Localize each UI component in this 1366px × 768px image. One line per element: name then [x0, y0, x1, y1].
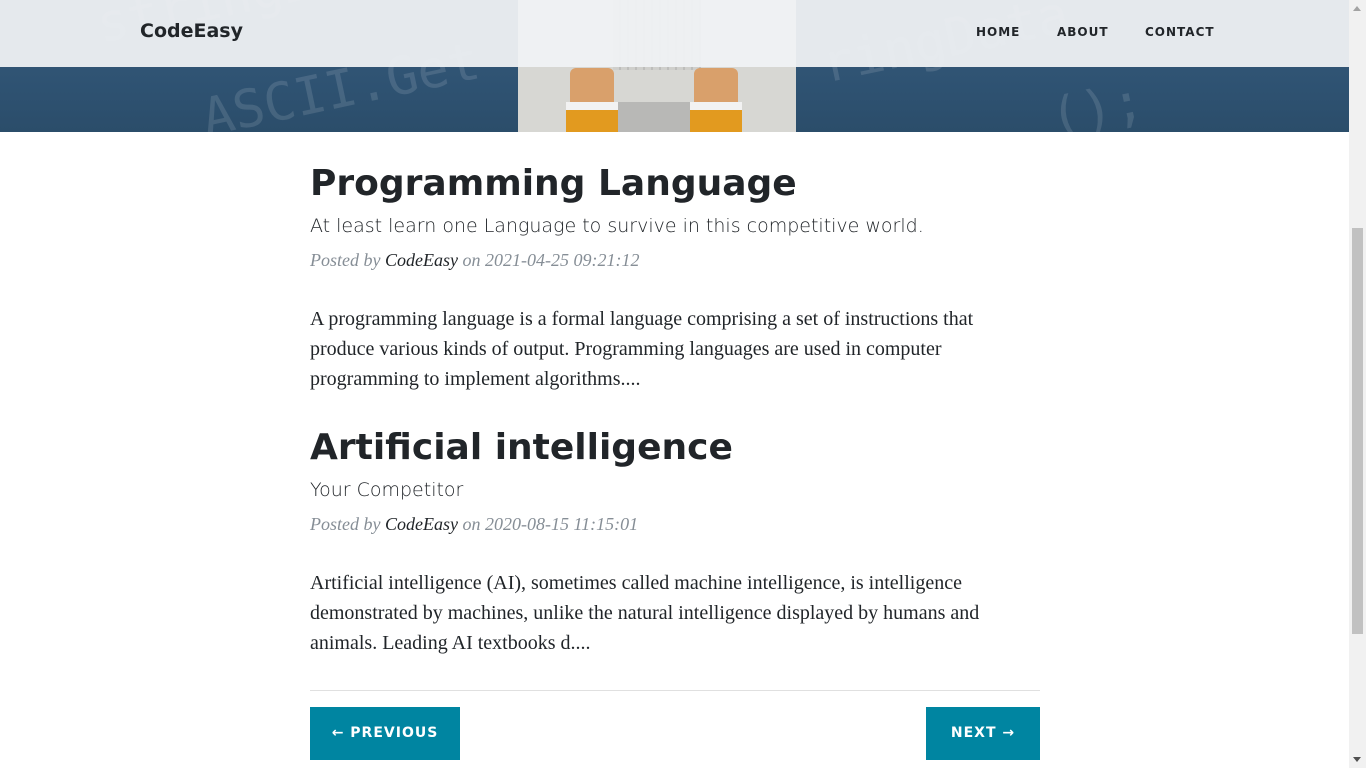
post-excerpt: Artificial intelligence (AI), sometimes … [310, 572, 980, 654]
post-author-link[interactable]: CodeEasy [385, 250, 458, 270]
post-title-link[interactable]: Artificial intelligence [310, 425, 1040, 471]
post-meta-on: on [462, 250, 481, 270]
post-meta-prefix: Posted by [310, 514, 381, 534]
scrollbar-thumb[interactable] [1352, 228, 1363, 634]
post-subtitle: Your Competitor [310, 479, 464, 501]
post-preview: Programming Language At least learn one … [310, 161, 1040, 394]
post-preview: Artificial intelligence Your Competitor … [310, 425, 1040, 658]
scroll-up-icon[interactable] [1353, 6, 1361, 11]
post-date: 2020-08-15 11:15:01 [484, 514, 639, 534]
post-subtitle: At least learn one Language to survive i… [310, 215, 924, 237]
post-title-link[interactable]: Programming Language [310, 161, 1040, 207]
hero-code-text: (); [1044, 70, 1150, 132]
post-excerpt: A programming language is a formal langu… [310, 308, 974, 390]
next-button[interactable]: NEXT → [926, 707, 1040, 760]
post-date: 2021-04-25 09:21:12 [484, 250, 640, 270]
scroll-down-icon[interactable] [1353, 757, 1361, 762]
post-meta-prefix: Posted by [310, 250, 381, 270]
hand-left-graphic [566, 68, 618, 132]
hand-right-graphic [690, 68, 742, 132]
divider [310, 690, 1040, 691]
brand-link[interactable]: CodeEasy [140, 20, 243, 42]
nav-about-link[interactable]: ABOUT [1057, 25, 1109, 39]
navbar: CodeEasy HOME ABOUT CONTACT [0, 0, 1349, 67]
previous-button[interactable]: ← PREVIOUS [310, 707, 460, 760]
post-meta: Posted by CodeEasy on 2021-04-25 09:21:1… [310, 248, 1040, 272]
nav-home-link[interactable]: HOME [976, 25, 1020, 39]
post-meta-on: on [462, 514, 481, 534]
post-author-link[interactable]: CodeEasy [385, 514, 458, 534]
scrollbar[interactable] [1349, 0, 1366, 768]
post-meta: Posted by CodeEasy on 2020-08-15 11:15:0… [310, 512, 1040, 536]
nav-contact-link[interactable]: CONTACT [1145, 25, 1215, 39]
